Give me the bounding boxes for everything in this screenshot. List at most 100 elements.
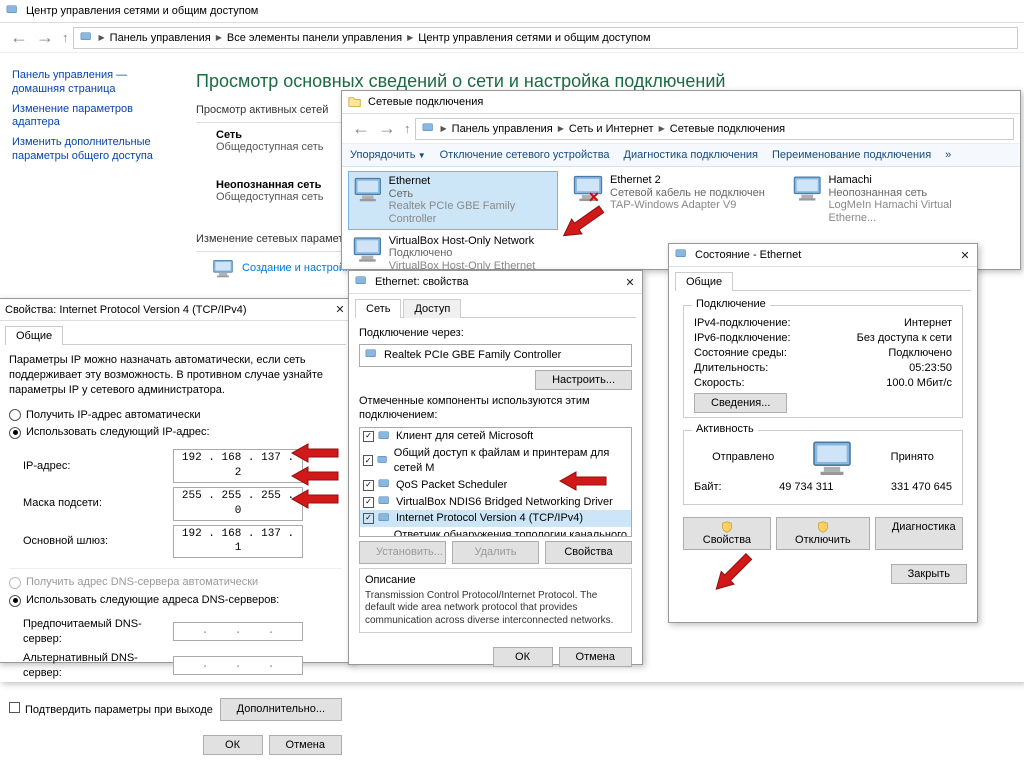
sidebar-item-adapter-settings[interactable]: Изменение параметров адаптера: [12, 103, 168, 131]
close-button[interactable]: ✕: [334, 303, 346, 316]
description-label: Описание: [365, 574, 626, 588]
back-button[interactable]: ←: [6, 25, 32, 50]
connection-ethernet2[interactable]: ✕ Ethernet 2 Сетевой кабель не подключен…: [568, 171, 778, 230]
sent-label: Отправлено: [712, 451, 774, 463]
component-icon: [377, 536, 390, 537]
disable-button[interactable]: Отключить: [776, 517, 870, 550]
radio-auto-dns: Получить адрес DNS-сервера автоматически: [9, 575, 342, 590]
up-button[interactable]: ↑: [400, 119, 415, 138]
component-icon: [378, 478, 392, 492]
radio-use-dns[interactable]: Использовать следующие адреса DNS-сервер…: [9, 593, 342, 608]
properties-button[interactable]: Свойства: [683, 517, 771, 550]
close-button[interactable]: Закрыть: [891, 564, 967, 584]
tab-network[interactable]: Сеть: [355, 299, 401, 318]
ethernet-icon: [352, 235, 383, 267]
input-ip[interactable]: 192 . 168 . 137 . 2: [173, 449, 303, 483]
connection-ethernet[interactable]: Ethernet Сеть Realtek PCIe GBE Family Co…: [348, 171, 558, 230]
remove-button[interactable]: Удалить: [452, 541, 539, 564]
checkbox-validate[interactable]: Подтвердить параметры при выходе: [9, 702, 213, 718]
label-dns2: Альтернативный DNS-сервер:: [23, 651, 173, 681]
breadcrumb-bar[interactable]: ▶ Панель управления ▶ Сеть и Интернет ▶ …: [415, 118, 1015, 140]
forward-button[interactable]: →: [374, 116, 400, 141]
input-gateway[interactable]: 192 . 168 . 137 . 1: [173, 525, 303, 559]
component-item[interactable]: Ответчик обнаружения топологии канальног…: [360, 527, 631, 537]
component-item[interactable]: QoS Packet Scheduler: [360, 477, 631, 494]
component-item[interactable]: Internet Protocol Version 4 (TCP/IPv4): [360, 510, 631, 527]
ethernet-icon: [355, 275, 369, 289]
checkbox-icon[interactable]: [363, 455, 373, 466]
toolbar-more[interactable]: »: [945, 149, 951, 161]
disconnected-x-icon: ✕: [588, 189, 600, 206]
adapter-name: Realtek PCIe GBE Family Controller: [384, 348, 561, 363]
received-label: Принято: [891, 451, 934, 463]
label-dns1: Предпочитаемый DNS-сервер:: [23, 617, 173, 647]
close-button[interactable]: ✕: [959, 249, 971, 262]
forward-button[interactable]: →: [32, 25, 58, 50]
label-ip: IP-адрес:: [23, 459, 173, 474]
component-icon: [378, 512, 392, 526]
label-gateway: Основной шлюз:: [23, 534, 173, 549]
status-row: IPv4-подключение:Интернет: [694, 317, 952, 329]
titlebar: Центр управления сетями и общим доступом: [0, 0, 1024, 23]
components-list[interactable]: Клиент для сетей MicrosoftОбщий доступ к…: [359, 427, 632, 537]
crumb-1[interactable]: Панель управления: [110, 32, 211, 44]
cancel-button[interactable]: Отмена: [269, 735, 342, 755]
network-icon: [6, 4, 20, 18]
checkbox-icon[interactable]: [363, 480, 374, 491]
sidebar-item-advanced-sharing[interactable]: Изменить дополнительные параметры общего…: [12, 136, 168, 164]
toolbar-diagnose[interactable]: Диагностика подключения: [624, 149, 758, 161]
crumb-1[interactable]: Панель управления: [452, 123, 553, 135]
crumb-2[interactable]: Сеть и Интернет: [569, 123, 654, 135]
input-dns2[interactable]: . . .: [173, 656, 303, 675]
details-button[interactable]: Сведения...: [694, 393, 787, 413]
configure-button[interactable]: Настроить...: [535, 370, 632, 390]
info-text: Параметры IP можно назначать автоматичес…: [9, 353, 342, 398]
component-item[interactable]: Общий доступ к файлам и принтерам для се…: [360, 445, 631, 477]
ethernet-icon: [353, 175, 383, 207]
radio-use-ip[interactable]: Использовать следующий IP-адрес:: [9, 425, 342, 440]
ok-button[interactable]: ОК: [203, 735, 263, 755]
toolbar-disable[interactable]: Отключение сетевого устройства: [440, 149, 610, 161]
crumb-3[interactable]: Центр управления сетями и общим доступом: [418, 32, 650, 44]
breadcrumb-bar[interactable]: ▶ Панель управления ▶ Все элементы панел…: [73, 27, 1019, 49]
window-title: Сетевые подключения: [368, 96, 1014, 108]
cancel-button[interactable]: Отмена: [559, 647, 632, 667]
toolbar-rename[interactable]: Переименование подключения: [772, 149, 931, 161]
components-label: Отмеченные компоненты используются этим …: [359, 394, 632, 424]
input-mask[interactable]: 255 . 255 . 255 . 0: [173, 487, 303, 521]
component-item[interactable]: Клиент для сетей Microsoft: [360, 428, 631, 445]
radio-auto-ip[interactable]: Получить IP-адрес автоматически: [9, 408, 342, 423]
toolbar-organize[interactable]: Упорядочить: [350, 149, 426, 161]
bytes-label: Байт:: [694, 481, 722, 493]
connection-hamachi[interactable]: Hamachi Неопознанная сеть LogMeIn Hamach…: [788, 171, 998, 230]
tab-general[interactable]: Общие: [675, 272, 733, 291]
bytes-sent: 49 734 311: [779, 481, 833, 493]
checkbox-icon[interactable]: [363, 513, 374, 524]
dialog-title: Ethernet: свойства: [375, 276, 624, 288]
group-connection: Подключение: [692, 298, 770, 310]
page-heading: Просмотр основных сведений о сети и наст…: [196, 71, 1008, 92]
advanced-button[interactable]: Дополнительно...: [220, 698, 342, 721]
up-button[interactable]: ↑: [58, 28, 73, 47]
setup-network-link[interactable]: Создание и настройка: [242, 262, 356, 274]
tab-access[interactable]: Доступ: [403, 299, 461, 318]
component-icon: [378, 430, 392, 444]
diagnose-button[interactable]: Диагностика: [875, 517, 963, 550]
checkbox-icon[interactable]: [363, 497, 374, 508]
back-button[interactable]: ←: [348, 116, 374, 141]
ethernet-icon: [792, 174, 822, 206]
tab-general[interactable]: Общие: [5, 326, 63, 345]
close-button[interactable]: ✕: [624, 276, 636, 289]
nav-bar: ← → ↑ ▶ Панель управления ▶ Все элементы…: [0, 23, 1024, 53]
crumb-3[interactable]: Сетевые подключения: [670, 123, 785, 135]
ok-button[interactable]: ОК: [493, 647, 553, 667]
input-dns1[interactable]: . . .: [173, 622, 303, 641]
install-button[interactable]: Установить...: [359, 541, 446, 564]
properties-button[interactable]: Свойства: [545, 541, 632, 564]
checkbox-icon[interactable]: [363, 431, 374, 442]
component-item[interactable]: VirtualBox NDIS6 Bridged Networking Driv…: [360, 494, 631, 511]
window-title: Центр управления сетями и общим доступом: [26, 5, 1018, 17]
toolbar: Упорядочить Отключение сетевого устройст…: [342, 144, 1020, 167]
sidebar-item-home[interactable]: Панель управления — домашняя страница: [12, 69, 168, 97]
crumb-2[interactable]: Все элементы панели управления: [227, 32, 402, 44]
